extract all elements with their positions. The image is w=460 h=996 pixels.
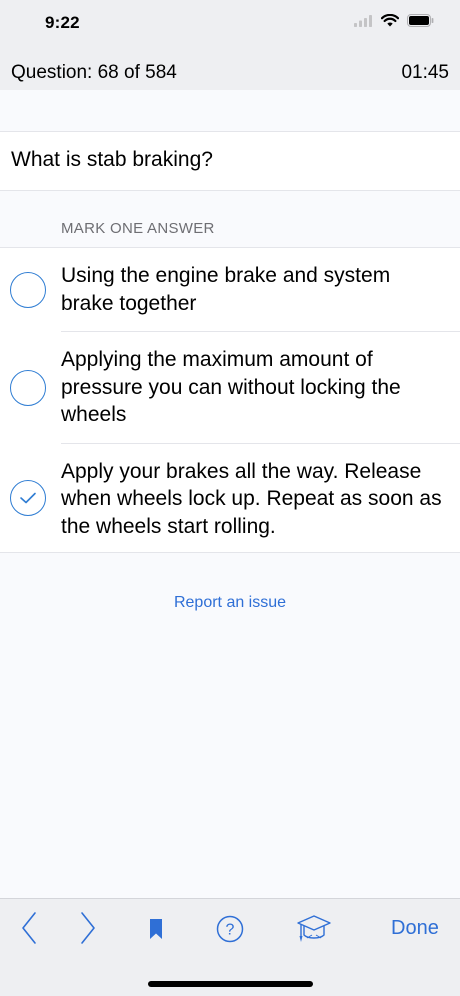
status-icons — [354, 13, 434, 32]
answer-text: Using the engine brake and system brake … — [61, 248, 460, 332]
radio-unselected-icon[interactable] — [10, 369, 46, 406]
status-time: 9:22 — [45, 13, 80, 32]
chevron-right-icon[interactable] — [73, 909, 103, 947]
radio-checked-icon[interactable] — [10, 479, 46, 516]
battery-icon — [407, 14, 434, 32]
status-bar: 9:22 — [0, 0, 460, 50]
answer-option-3[interactable]: Apply your brakes all the way. Release w… — [0, 444, 460, 553]
answer-list: Using the engine brake and system brake … — [0, 247, 460, 553]
help-icon[interactable]: ? — [215, 914, 245, 944]
question-text: What is stab braking? — [11, 148, 213, 171]
quiz-header: Question: 68 of 584 01:45 — [0, 50, 460, 90]
question-card: What is stab braking? — [0, 131, 460, 191]
answer-option-2[interactable]: Applying the maximum amount of pressure … — [0, 332, 460, 444]
answer-option-1[interactable]: Using the engine brake and system brake … — [0, 248, 460, 332]
answers-section-label: MARK ONE ANSWER — [61, 220, 215, 237]
answer-text: Applying the maximum amount of pressure … — [61, 332, 460, 444]
bookmark-icon[interactable] — [143, 915, 169, 943]
wifi-icon — [380, 13, 400, 32]
chevron-left-icon[interactable] — [14, 909, 44, 947]
cellular-signal-icon — [354, 14, 373, 32]
home-indicator — [148, 981, 313, 987]
question-counter: Question: 68 of 584 — [11, 62, 177, 83]
report-issue-link[interactable]: Report an issue — [0, 594, 460, 612]
quiz-timer: 01:45 — [401, 62, 449, 83]
done-button[interactable]: Done — [391, 917, 439, 940]
svg-text:?: ? — [226, 922, 235, 939]
radio-unselected-icon[interactable] — [10, 272, 46, 308]
answer-text: Apply your brakes all the way. Release w… — [61, 459, 442, 538]
graduation-cap-icon[interactable] — [295, 913, 333, 945]
